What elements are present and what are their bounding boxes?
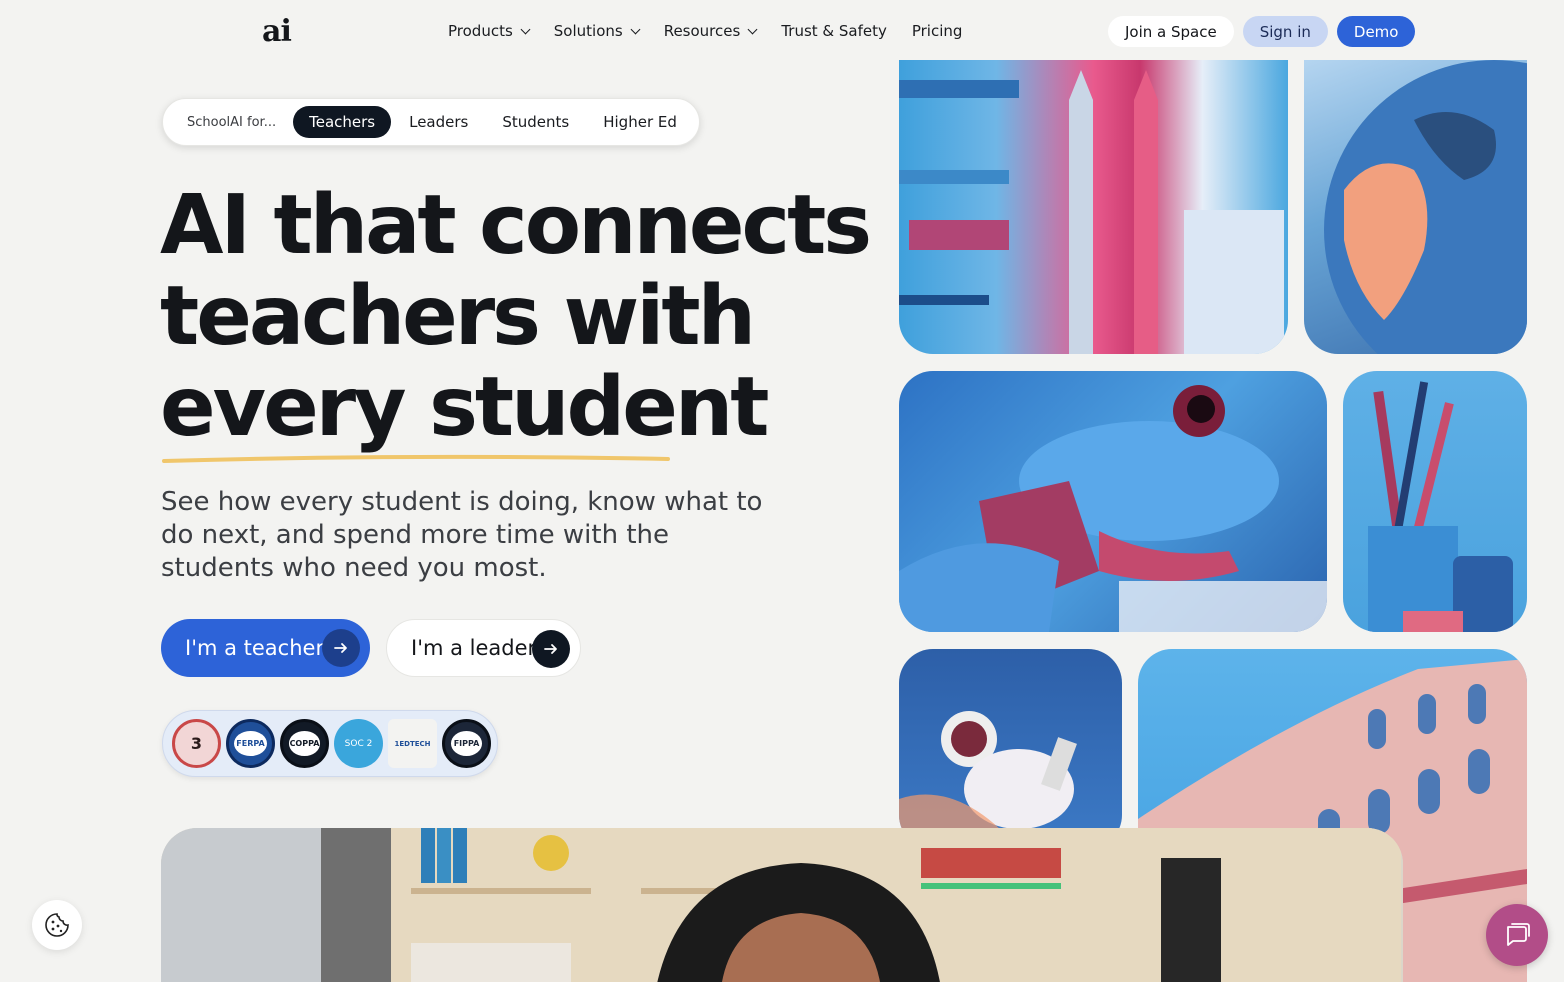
coppa-badge: COPPA: [280, 719, 329, 768]
hero-title-line-3: every student: [160, 360, 769, 455]
schoolai-logo[interactable]: ai: [262, 14, 292, 49]
nav-trust-safety[interactable]: Trust & Safety: [781, 22, 887, 40]
badge-label: FERPA: [234, 731, 267, 756]
cta-teacher-label: I'm a teacher: [185, 636, 325, 660]
badge-label: 3: [190, 734, 203, 753]
tab-teachers[interactable]: Teachers: [293, 106, 392, 138]
nav-solutions-label: Solutions: [553, 22, 623, 40]
title-underline: [162, 454, 670, 463]
nav-trust-safety-label: Trust & Safety: [781, 22, 887, 40]
arrow-right-icon: [532, 630, 570, 668]
1edtech-certified-badge: 1EDTECH: [388, 719, 437, 768]
chevron-down-icon: [520, 24, 531, 34]
join-space-button[interactable]: Join a Space: [1108, 16, 1234, 47]
badge-label: FIPPA: [450, 731, 483, 756]
badge-label: 1EDTECH: [394, 739, 431, 748]
astronaut-image: [899, 649, 1122, 849]
badge-label: COPPA: [288, 731, 321, 756]
nav-products-label: Products: [448, 22, 513, 40]
pencils-image: [899, 60, 1288, 354]
brushes-cup-image: [1343, 371, 1527, 632]
im-a-leader-button[interactable]: I'm a leader: [386, 619, 581, 677]
audience-prefix: SchoolAI for...: [187, 114, 277, 130]
audience-selector: SchoolAI for... Teachers Leaders Student…: [162, 98, 700, 146]
fippa-badge: FIPPA: [442, 719, 491, 768]
essa-level-3-badge: 3: [172, 719, 221, 768]
hero-title-line-1: AI that connects: [160, 178, 872, 273]
frog-image: [899, 371, 1327, 632]
tab-leaders[interactable]: Leaders: [393, 106, 484, 138]
demo-button[interactable]: Demo: [1336, 16, 1416, 47]
nav-products[interactable]: Products: [448, 22, 531, 40]
aicpa-soc2-badge: SOC 2: [334, 719, 383, 768]
sign-in-button[interactable]: Sign in: [1242, 16, 1328, 47]
badge-label: SOC 2: [344, 738, 373, 749]
hero-title-line-2: teachers with: [160, 269, 756, 364]
cookie-icon: [45, 913, 69, 937]
hero-video[interactable]: [161, 828, 1403, 982]
main-nav: Products Solutions Resources Trust & Saf…: [448, 22, 987, 40]
chat-icon: [1507, 923, 1530, 946]
nav-solutions[interactable]: Solutions: [553, 22, 641, 40]
chevron-down-icon: [630, 24, 641, 34]
cookie-settings-button[interactable]: [32, 900, 82, 950]
globe-image: [1304, 60, 1527, 354]
ferpa-badge: FERPA: [226, 719, 275, 768]
hero-subtitle: See how every student is doing, know wha…: [161, 487, 763, 583]
tab-higher-ed[interactable]: Higher Ed: [587, 106, 693, 138]
nav-pricing[interactable]: Pricing: [912, 22, 963, 40]
header-actions: Join a Space Sign in Demo: [1108, 16, 1416, 47]
compliance-badges: 3 FERPA COPPA SOC 2 1EDTECH FIPPA: [162, 710, 498, 777]
arrow-right-icon: [322, 629, 360, 667]
hero-title: AI that connects teachers with every stu…: [160, 178, 872, 455]
nav-resources-label: Resources: [663, 22, 741, 40]
im-a-teacher-button[interactable]: I'm a teacher: [161, 619, 370, 677]
chevron-down-icon: [747, 24, 758, 34]
nav-resources[interactable]: Resources: [663, 22, 758, 40]
chat-support-button[interactable]: [1486, 904, 1548, 966]
nav-pricing-label: Pricing: [911, 22, 963, 40]
cta-leader-label: I'm a leader: [411, 636, 537, 660]
tab-students[interactable]: Students: [486, 106, 585, 138]
